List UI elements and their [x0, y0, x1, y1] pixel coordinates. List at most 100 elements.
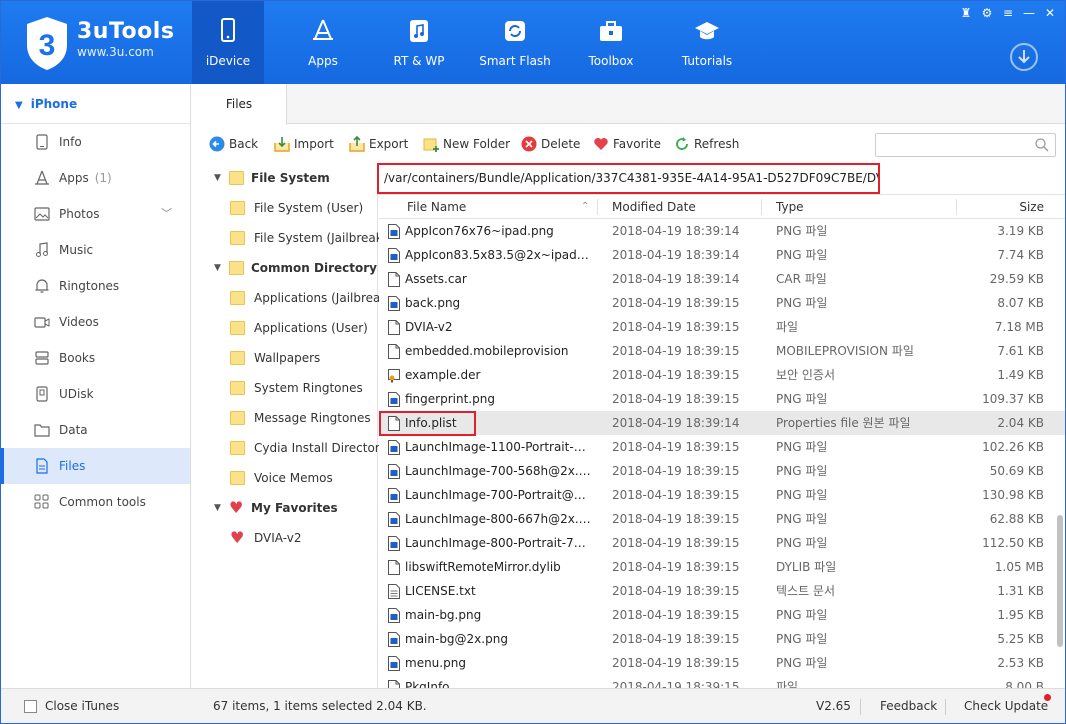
table-row[interactable]: Info.plist 2018-04-19 18:39:14 Properties …: [379, 411, 1065, 435]
tree-wallpapers[interactable]: Wallpapers: [192, 343, 377, 373]
modified-date-cell: 2018-04-19 18:39:14: [612, 416, 740, 430]
nav-toolbox[interactable]: Toolbox: [575, 1, 647, 84]
column-divider[interactable]: [597, 199, 598, 215]
expand-triangle-icon[interactable]: ▼: [214, 253, 221, 283]
tree-file-system-user[interactable]: File System (User): [192, 193, 377, 223]
settings-icon[interactable]: ⚙: [978, 5, 996, 21]
close-icon[interactable]: ✕: [1041, 5, 1059, 21]
chevron-down-icon[interactable]: ﹀: [161, 196, 172, 232]
type-cell: PNG 파일: [776, 632, 828, 646]
type-cell: PNG 파일: [776, 488, 828, 502]
table-row[interactable]: back.png 2018-04-19 18:39:15 PNG 파일 8.07 KB: [379, 291, 1065, 315]
table-row[interactable]: fingerprint.png 2018-04-19 18:39:15 PNG 파일…: [379, 387, 1065, 411]
size-cell: 109.37 KB: [982, 392, 1044, 406]
tree-file-system[interactable]: ▼ File System: [192, 163, 377, 193]
table-row[interactable]: libswiftRemoteMirror.dylib 2018-04-19 18:…: [379, 555, 1065, 579]
current-path[interactable]: /var/containers/Bundle/Application/337C4…: [377, 163, 880, 194]
minimize-icon[interactable]: —: [1020, 5, 1038, 21]
search-input[interactable]: [876, 134, 1026, 156]
vertical-scrollbar[interactable]: [1057, 515, 1063, 647]
table-row[interactable]: LaunchImage-1100-Portrait-2436... 2018-04…: [379, 435, 1065, 459]
favorite-button[interactable]: Favorite: [593, 135, 661, 153]
tree-label: Applications (User): [254, 321, 368, 335]
check-update-button[interactable]: Check Update: [964, 689, 1048, 723]
nav-smart-flash[interactable]: Smart Flash: [479, 1, 551, 84]
refresh-button[interactable]: Refresh: [674, 135, 739, 153]
tree-common-directory[interactable]: ▼ Common Directory: [192, 253, 377, 283]
tree-cydia-install-directory[interactable]: Cydia Install Directory: [192, 433, 387, 463]
nav-label: RT & WP: [393, 54, 445, 68]
close-itunes-checkbox[interactable]: [24, 700, 37, 713]
sidebar-item-udisk[interactable]: UDisk: [1, 376, 190, 412]
table-row[interactable]: example.der 2018-04-19 18:39:15 보안 인증서 1.49…: [379, 363, 1065, 387]
file-name-cell: embedded.mobileprovision: [405, 344, 569, 358]
import-button[interactable]: Import: [274, 135, 334, 153]
menu-icon[interactable]: ≡: [999, 5, 1017, 21]
column-header-size[interactable]: Size: [1019, 195, 1044, 219]
nav-apps[interactable]: Apps: [287, 1, 359, 84]
table-row[interactable]: DVIA-v2 2018-04-19 18:39:15 파일 7.18 MB: [379, 315, 1065, 339]
sidebar-item-videos[interactable]: Videos: [1, 304, 190, 340]
table-row[interactable]: AppIcon83.5x83.5@2x~ipad.png 2018-04-19 1…: [379, 243, 1065, 267]
search-icon[interactable]: [1035, 138, 1049, 152]
sidebar-item-apps[interactable]: Apps (1): [1, 160, 190, 196]
device-selector[interactable]: ▼ iPhone: [1, 84, 190, 124]
skin-icon[interactable]: ♜: [957, 5, 975, 21]
table-row[interactable]: LaunchImage-800-Portrait-736h... 2018-04-…: [379, 531, 1065, 555]
table-row[interactable]: LICENSE.txt 2018-04-19 18:39:15 텍스트 문서 1.31…: [379, 579, 1065, 603]
tree-voice-memos[interactable]: Voice Memos: [192, 463, 377, 493]
sidebar-item-data[interactable]: Data: [1, 412, 190, 448]
sidebar-item-books[interactable]: Books: [1, 340, 190, 376]
feedback-button[interactable]: Feedback: [880, 689, 937, 723]
tab-files[interactable]: Files: [192, 84, 287, 125]
table-row[interactable]: main-bg@2x.png 2018-04-19 18:39:15 PNG 파일 5…: [379, 627, 1065, 651]
tree-favorite-dvia-v2[interactable]: ♥ DVIA-v2: [192, 523, 377, 553]
file-name-cell: LaunchImage-700-568h@2x.png: [405, 464, 591, 478]
nav-idevice[interactable]: iDevice: [192, 1, 264, 84]
table-row[interactable]: AppIcon76x76~ipad.png 2018-04-19 18:39:14…: [379, 219, 1065, 243]
tree-file-system-jailbreak[interactable]: File System (Jailbreak): [192, 223, 387, 253]
sidebar-item-common-tools[interactable]: Common tools: [1, 484, 190, 520]
back-button[interactable]: Back: [209, 135, 258, 153]
nav-rt-wp[interactable]: RT & WP: [383, 1, 455, 84]
table-row[interactable]: LaunchImage-700-568h@2x.png 2018-04-19 18…: [379, 459, 1065, 483]
column-header-modified-date[interactable]: Modified Date: [612, 195, 696, 219]
column-header-type[interactable]: Type: [776, 195, 804, 219]
column-divider[interactable]: [761, 199, 762, 215]
tree-system-ringtones[interactable]: System Ringtones: [192, 373, 377, 403]
nav-tutorials[interactable]: Tutorials: [671, 1, 743, 84]
table-row[interactable]: menu.png 2018-04-19 18:39:15 PNG 파일 2.53 KB: [379, 651, 1065, 675]
column-header-file-name[interactable]: File Name: [407, 195, 466, 219]
tree-message-ringtones[interactable]: Message Ringtones: [192, 403, 377, 433]
sidebar-item-photos[interactable]: Photos ﹀: [1, 196, 190, 232]
tree-applications-jailbreak[interactable]: Applications (Jailbreak): [192, 283, 392, 313]
delete-button[interactable]: Delete: [521, 135, 580, 153]
sidebar-item-files[interactable]: Files: [1, 448, 190, 484]
sidebar-item-info[interactable]: Info: [1, 124, 190, 160]
size-cell: 7.74 KB: [997, 248, 1044, 262]
modified-date-cell: 2018-04-19 18:39:14: [612, 248, 740, 262]
table-row[interactable]: LaunchImage-700-Portrait@2x~i... 2018-04-…: [379, 483, 1065, 507]
table-row[interactable]: main-bg.png 2018-04-19 18:39:15 PNG 파일 1.95…: [379, 603, 1065, 627]
blank-file-icon: [388, 343, 400, 359]
export-button[interactable]: Export: [349, 135, 408, 153]
download-icon[interactable]: [1010, 43, 1038, 71]
tree-applications-user[interactable]: Applications (User): [192, 313, 377, 343]
sidebar-item-ringtones[interactable]: Ringtones: [1, 268, 190, 304]
modified-date-cell: 2018-04-19 18:39:15: [612, 440, 740, 454]
size-cell: 130.98 KB: [982, 488, 1044, 502]
modified-date-cell: 2018-04-19 18:39:14: [612, 272, 740, 286]
close-itunes-label[interactable]: Close iTunes: [45, 689, 119, 723]
column-divider[interactable]: [956, 199, 957, 215]
table-row[interactable]: Assets.car 2018-04-19 18:39:14 CAR 파일 29.59…: [379, 267, 1065, 291]
nav-label: Toolbox: [588, 54, 634, 68]
new-folder-button[interactable]: New Folder: [423, 135, 510, 153]
sidebar-item-music[interactable]: Music: [1, 232, 190, 268]
table-row[interactable]: embedded.mobileprovision 2018-04-19 18:39…: [379, 339, 1065, 363]
tree-my-favorites[interactable]: ▼ ♥ My Favorites: [192, 493, 377, 523]
type-cell: DYLIB 파일: [776, 560, 837, 574]
table-row[interactable]: LaunchImage-800-667h@2x.png 2018-04-19 18…: [379, 507, 1065, 531]
expand-triangle-icon[interactable]: ▼: [214, 163, 221, 193]
table-row[interactable]: PkgInfo 2018-04-19 18:39:15 파일 8.00 B: [379, 675, 1065, 688]
expand-triangle-icon[interactable]: ▼: [214, 493, 221, 523]
